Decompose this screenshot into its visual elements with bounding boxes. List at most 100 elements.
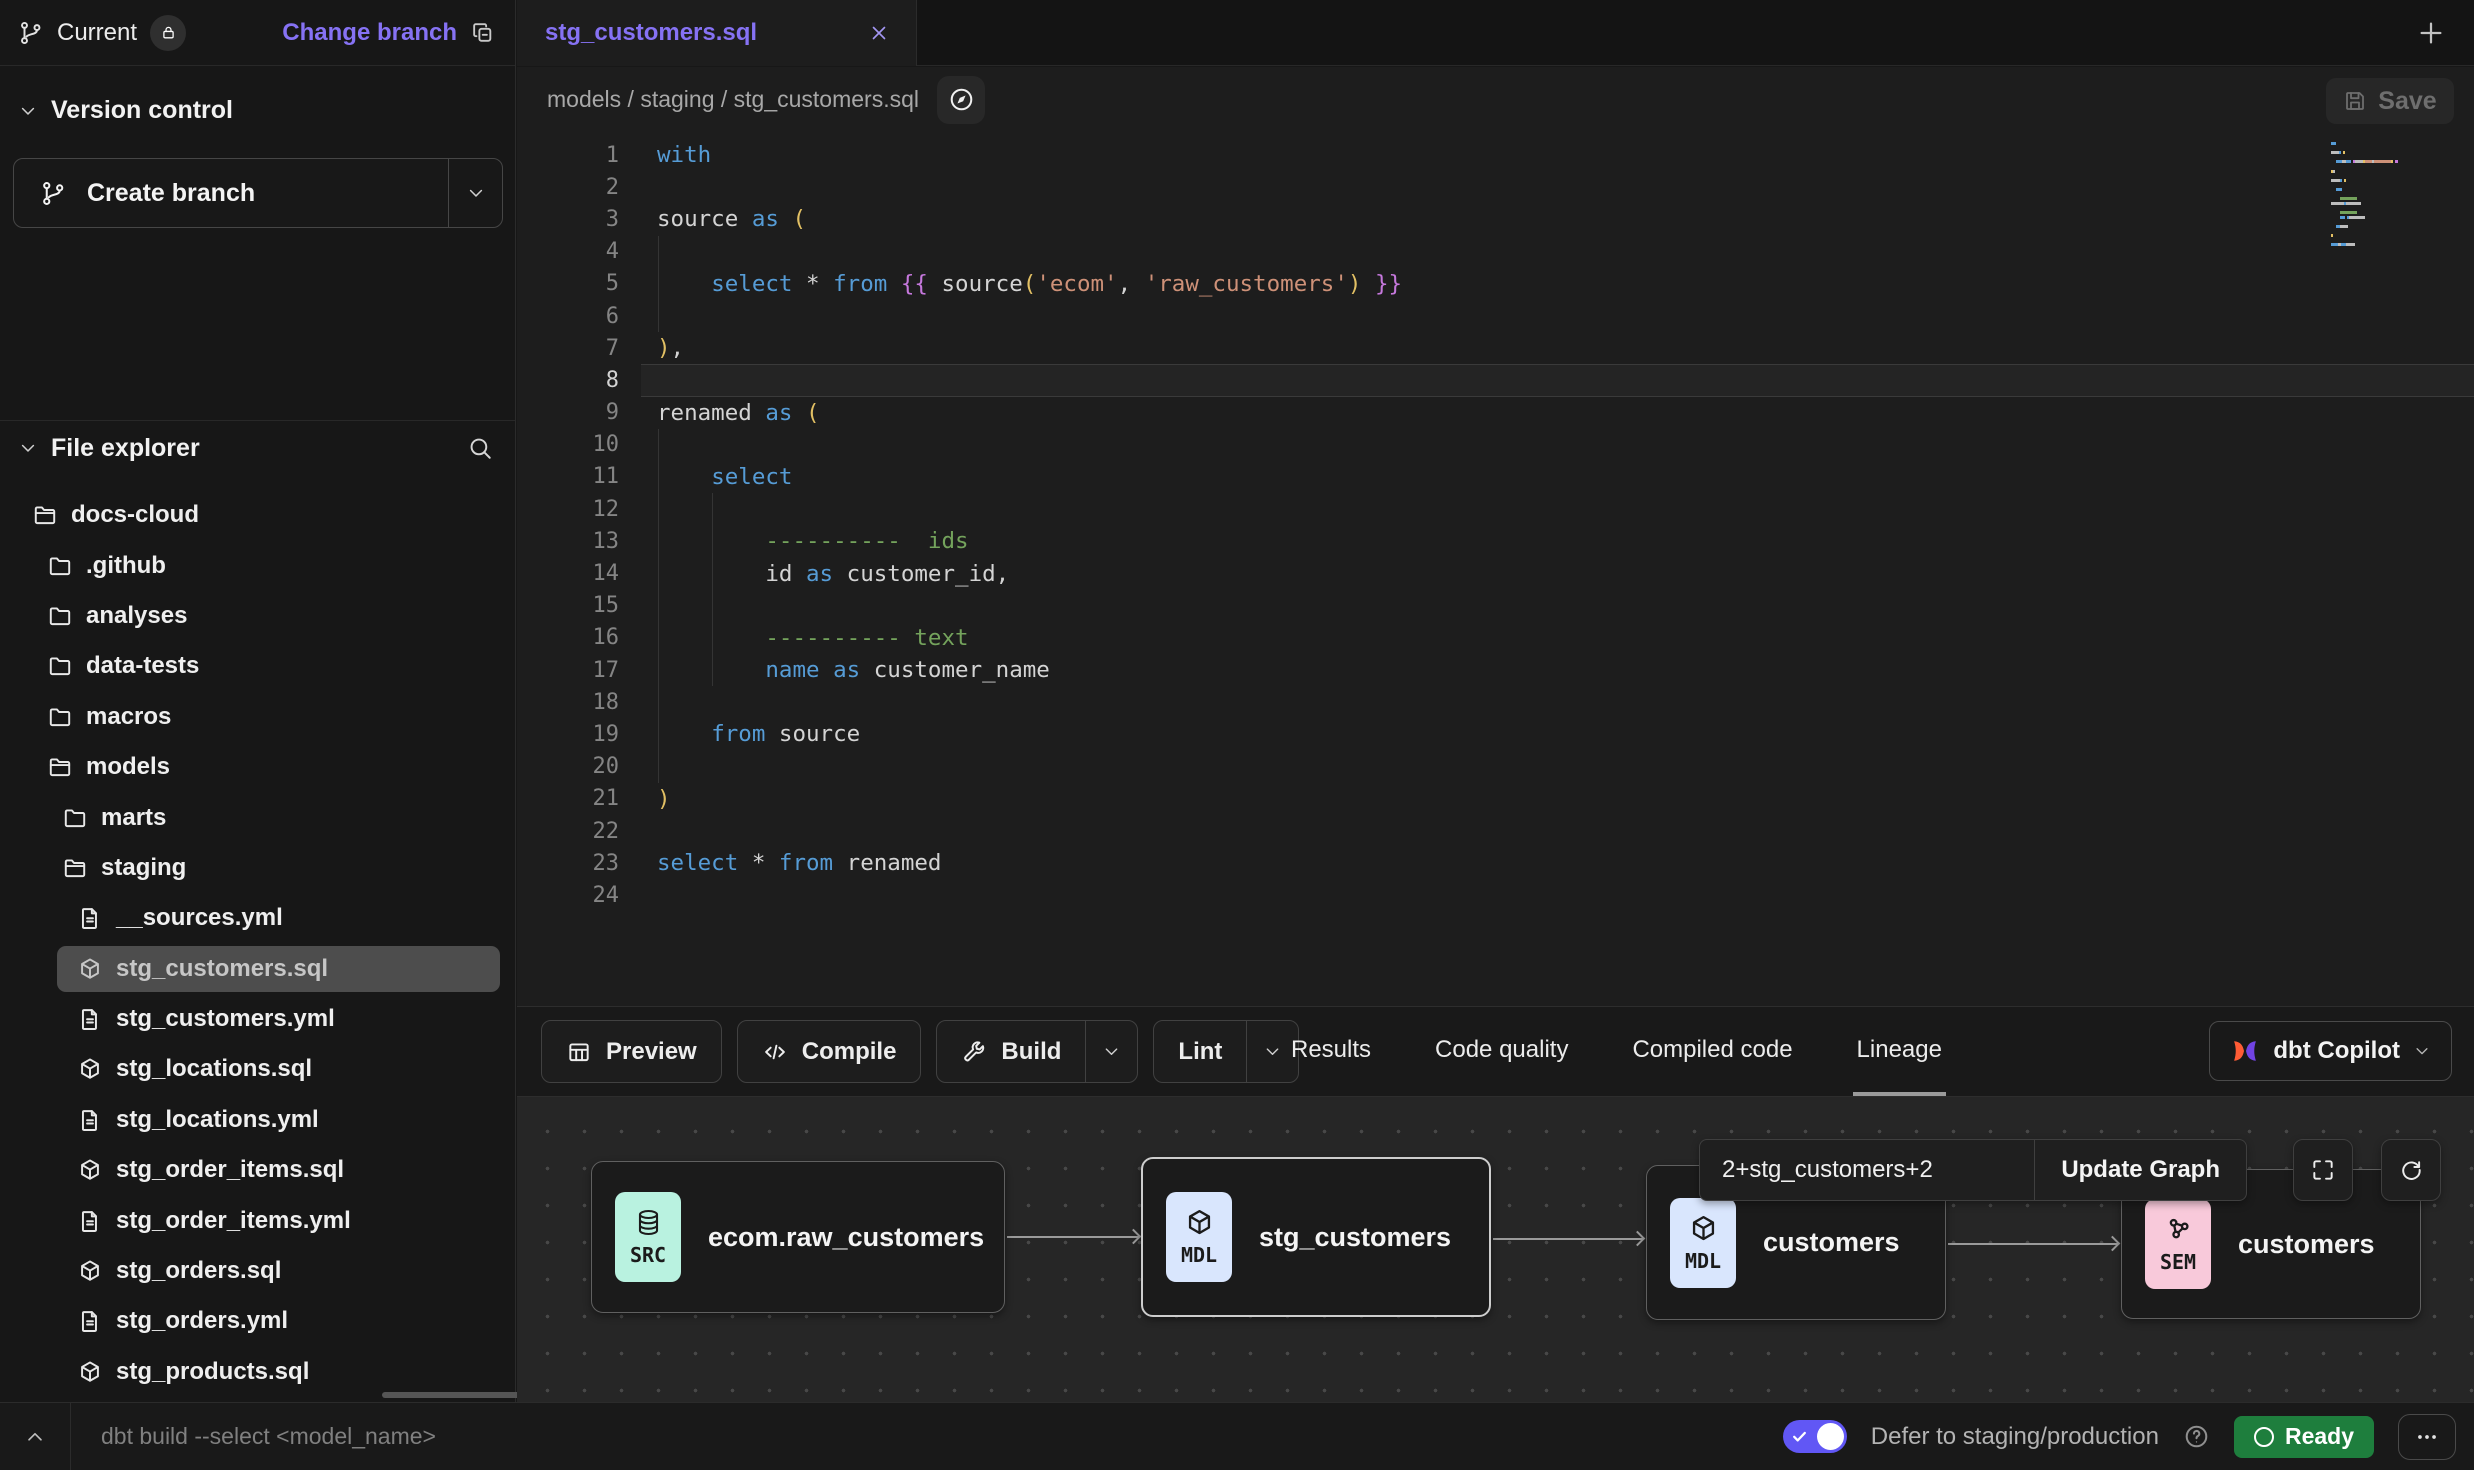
code-line-22[interactable]: 22 [517,815,2474,847]
minimap[interactable] [2331,142,2461,252]
file-tree-item-.github[interactable]: .github [0,540,515,590]
file-tree-item-stg_order_items.yml[interactable]: stg_order_items.yml [0,1195,515,1245]
git-branch-icon [40,180,67,207]
file-tree-item-stg_order_items.sql[interactable]: stg_order_items.sql [0,1145,515,1195]
file-label: marts [101,804,166,832]
navigate-lineage-button[interactable] [937,76,985,124]
file-tree-item-stg_customers.yml[interactable]: stg_customers.yml [0,994,515,1044]
file-tree-item-analyses[interactable]: analyses [0,591,515,641]
file-tree-item-stg_customers.sql[interactable]: stg_customers.sql [0,944,515,994]
code-line-9[interactable]: 9renamed as ( [517,397,2474,429]
code-line-19[interactable]: 19 from source [517,718,2474,750]
new-tab-button[interactable] [2416,18,2446,48]
file-tree-item-__sources.yml[interactable]: __sources.yml [0,893,515,943]
code-line-20[interactable]: 20 [517,751,2474,783]
tab-stg-customers-sql[interactable]: stg_customers.sql [517,0,917,66]
code-line-17[interactable]: 17 name as customer_name [517,654,2474,686]
code-line-7[interactable]: 7), [517,332,2474,364]
ready-status-button[interactable]: Ready [2234,1416,2374,1458]
code-line-14[interactable]: 14 id as customer_id, [517,557,2474,589]
save-button[interactable]: Save [2326,78,2454,124]
file-icon [77,1208,103,1234]
statusbar-right: Defer to staging/production Ready [1783,1414,2474,1460]
code-line-12[interactable]: 12 [517,493,2474,525]
selector-input[interactable]: 2+stg_customers+2 [1700,1140,2034,1200]
code-line-15[interactable]: 15 [517,590,2474,622]
file-tree-item-models[interactable]: models [0,742,515,792]
file-tree-item-data-tests[interactable]: data-tests [0,641,515,691]
code-line-11[interactable]: 11 select [517,461,2474,493]
file-tree-item-stg_locations.sql[interactable]: stg_locations.sql [0,1044,515,1094]
line-number: 10 [517,432,619,457]
defer-toggle[interactable] [1783,1420,1847,1453]
code-line-21[interactable]: 21) [517,783,2474,815]
code-line-10[interactable]: 10 [517,429,2474,461]
code-line-5[interactable]: 5 select * from {{ source('ecom', 'raw_c… [517,268,2474,300]
folder-icon [47,553,73,579]
code-line-18[interactable]: 18 [517,686,2474,718]
breadcrumb: models / staging / stg_customers.sql [547,86,919,113]
create-branch-button[interactable]: Create branch [13,158,503,228]
command-input[interactable]: dbt build --select <model_name> [71,1423,1783,1450]
code-line-23[interactable]: 23select * from renamed [517,847,2474,879]
compile-button[interactable]: Compile [737,1020,922,1083]
code-lines: 1with23source as (45 select * from {{ so… [517,139,2474,912]
file-tree-item-stg_products.sql[interactable]: stg_products.sql [0,1347,515,1397]
code-line-24[interactable]: 24 [517,879,2474,911]
create-branch-dropdown[interactable] [448,159,502,227]
cube-icon [77,1359,103,1385]
code-line-6[interactable]: 6 [517,300,2474,332]
lineage-selector: 2+stg_customers+2 Update Graph [1699,1139,2247,1201]
chevron-down-icon [1263,1042,1282,1061]
lineage-node-stg_customers[interactable]: MDLstg_customers [1141,1157,1491,1317]
preview-button[interactable]: Preview [541,1020,722,1083]
file-tree-item-docs-cloud[interactable]: docs-cloud [0,490,515,540]
chevron-down-icon [18,438,38,458]
code-line-13[interactable]: 13 ---------- ids [517,525,2474,557]
file-tree-item-stg_locations.yml[interactable]: stg_locations.yml [0,1095,515,1145]
lineage-panel[interactable]: SRCecom.raw_customersMDLstg_customersMDL… [517,1096,2474,1402]
code-line-4[interactable]: 4 [517,236,2474,268]
version-control-header[interactable]: Version control [0,66,515,125]
more-options-button[interactable] [2398,1414,2456,1460]
code-line-8[interactable]: 8 [517,364,2474,396]
panel-tab-code-quality[interactable]: Code quality [1431,1007,1572,1096]
file-tree-item-stg_orders.sql[interactable]: stg_orders.sql [0,1246,515,1296]
save-icon [2343,89,2367,113]
file-tree-item-staging[interactable]: staging [0,843,515,893]
panel-tab-compiled-code[interactable]: Compiled code [1628,1007,1796,1096]
scrollbar-thumb[interactable] [382,1392,522,1398]
change-branch-link[interactable]: Change branch [282,19,457,47]
panel-tab-results[interactable]: Results [1287,1007,1375,1096]
refresh-button[interactable] [2381,1139,2441,1201]
file-icon [77,1308,103,1334]
dbt-copilot-button[interactable]: dbt Copilot [2209,1021,2452,1081]
lineage-node-ecom.raw_customers[interactable]: SRCecom.raw_customers [591,1161,1005,1313]
code-line-3[interactable]: 3source as ( [517,203,2474,235]
code-editor[interactable]: 1with23source as (45 select * from {{ so… [517,132,2474,1006]
copy-icon[interactable] [470,20,495,45]
tab-bar: stg_customers.sql [517,0,2474,66]
fullscreen-button[interactable] [2293,1139,2353,1201]
build-button[interactable]: Build [936,1020,1138,1083]
line-number: 7 [517,336,619,361]
file-icon [77,905,103,931]
file-explorer-header[interactable]: File explorer [0,422,515,474]
panel-tab-lineage[interactable]: Lineage [1853,1007,1946,1096]
file-tree-item-macros[interactable]: macros [0,692,515,742]
help-icon[interactable] [2183,1423,2210,1450]
file-label: .github [86,552,166,580]
update-graph-button[interactable]: Update Graph [2034,1140,2246,1200]
code-line-2[interactable]: 2 [517,171,2474,203]
file-tree-item-stg_orders.yml[interactable]: stg_orders.yml [0,1296,515,1346]
file-tree-item-marts[interactable]: marts [0,792,515,842]
lint-button[interactable]: Lint [1153,1020,1299,1083]
badge-label: MDL [1685,1249,1721,1273]
code-line-1[interactable]: 1with [517,139,2474,171]
build-dropdown[interactable] [1085,1021,1137,1082]
search-icon[interactable] [467,435,493,461]
collapse-panel-button[interactable] [0,1403,70,1470]
close-icon[interactable] [868,22,890,44]
code-line-16[interactable]: 16 ---------- text [517,622,2474,654]
badge-label: MDL [1181,1243,1217,1267]
